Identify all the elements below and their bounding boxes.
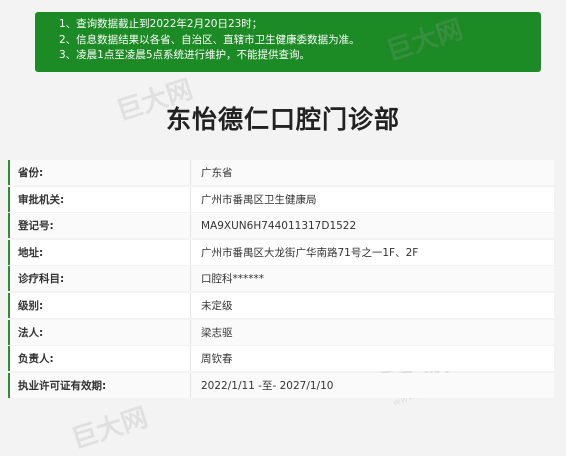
watermark-brand: 巨大网 [68, 402, 152, 456]
field-label: 负责人: [18, 353, 54, 366]
info-row-legal-person: 法人: 梁志驱 [8, 319, 554, 345]
field-value: 梁志驱 [201, 326, 233, 339]
field-value: 未定级 [201, 299, 233, 312]
page-title: 东怡德仁口腔门诊部 [165, 105, 400, 134]
info-row-province: 省份: 广东省 [8, 160, 554, 185]
info-row-license-validity: 执业许可证有效期: 2022/1/11 -至- 2027/1/10 [8, 372, 554, 398]
field-value: 2022/1/11 -至- 2027/1/10 [201, 379, 334, 392]
field-label: 审批机关: [18, 193, 65, 206]
info-table: 省份: 广东省 审批机关: 广州市番禺区卫生健康局 登记号: MA9XUN6H7… [8, 160, 554, 399]
field-label: 登记号: [18, 220, 54, 233]
field-label: 法人: [18, 326, 44, 339]
field-value: 广州市番禺区卫生健康局 [201, 193, 317, 206]
field-label: 执业许可证有效期: [18, 379, 107, 392]
info-row-address: 地址: 广州市番禺区大龙街广华南路71号之一1F、2F [8, 239, 554, 265]
notice-line: 3、凌晨1点至凌晨5点系统进行维护，不能提供查询。 [59, 49, 311, 61]
field-value: 广东省 [201, 167, 233, 179]
info-row-level: 级别: 未定级 [8, 292, 554, 318]
field-value: MA9XUN6H744011317D1522 [201, 219, 357, 232]
notice-line: 1、查询数据截止到2022年2月20日23时； [59, 18, 263, 30]
field-value: 周钦春 [201, 353, 233, 366]
field-label: 级别: [18, 299, 44, 312]
field-label: 地址: [18, 246, 44, 259]
notice-banner: 1、查询数据截止到2022年2月20日23时； 2、信息数据结果以各省、自治区、… [35, 12, 541, 72]
watermark-logo: 巨大网 [66, 397, 152, 456]
field-label: 省份: [18, 167, 44, 179]
info-row-registration-number: 登记号: MA9XUN6H744011317D1522 [8, 213, 554, 239]
info-row-departments: 诊疗科目: 口腔科****** [8, 266, 554, 292]
field-label: 诊疗科目: [18, 273, 65, 286]
notice-line: 2、信息数据结果以各省、自治区、直辖市卫生健康委数据为准。 [59, 33, 360, 46]
info-row-person-in-charge: 负责人: 周钦春 [8, 346, 554, 372]
info-row-authority: 审批机关: 广州市番禺区卫生健康局 [8, 186, 554, 212]
field-value: 广州市番禺区大龙街广华南路71号之一1F、2F [201, 246, 419, 259]
field-value: 口腔科****** [201, 273, 264, 286]
